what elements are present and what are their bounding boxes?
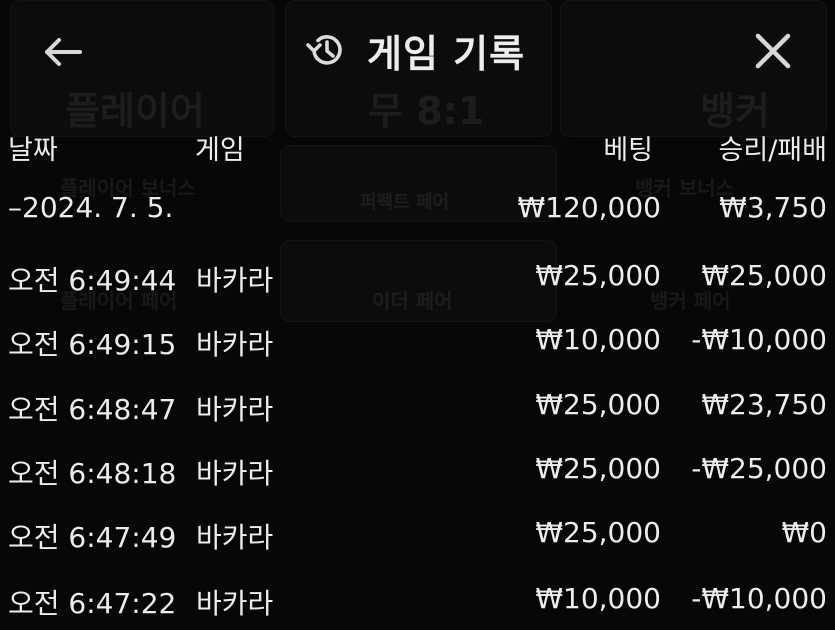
row-time: 오전 6:48:18 bbox=[8, 457, 177, 490]
row-game: 바카라 bbox=[196, 264, 274, 297]
row-result: -₩10,000 bbox=[691, 582, 827, 615]
table-row[interactable]: 오전 6:48:47 바카라 ₩25,000 ₩23,750 bbox=[0, 388, 835, 436]
summary-date: –2024. 7. 5. bbox=[8, 191, 174, 224]
back-button[interactable] bbox=[40, 30, 84, 74]
column-header-game: 게임 bbox=[195, 135, 245, 166]
history-icon bbox=[306, 35, 342, 65]
column-header-date: 날짜 bbox=[8, 135, 58, 166]
row-bet: ₩25,000 bbox=[535, 259, 661, 292]
close-icon bbox=[755, 33, 791, 69]
row-bet: ₩25,000 bbox=[535, 388, 661, 421]
row-result: ₩0 bbox=[781, 516, 828, 549]
column-header-bet: 베팅 bbox=[603, 135, 653, 166]
summary-bet: ₩120,000 bbox=[517, 191, 661, 224]
table-row[interactable]: 오전 6:47:49 바카라 ₩25,000 ₩0 bbox=[0, 516, 835, 564]
row-result: ₩25,000 bbox=[701, 259, 827, 292]
table-row[interactable]: 오전 6:48:18 바카라 ₩25,000 -₩25,000 bbox=[0, 452, 835, 500]
row-time: 오전 6:48:47 bbox=[8, 393, 177, 426]
page-title: 게임 기록 bbox=[367, 31, 526, 76]
row-bet: ₩25,000 bbox=[535, 452, 661, 485]
table-row[interactable]: 오전 6:49:44 바카라 ₩25,000 ₩25,000 bbox=[0, 259, 835, 307]
row-game: 바카라 bbox=[196, 328, 274, 361]
row-game: 바카라 bbox=[196, 521, 274, 554]
row-game: 바카라 bbox=[196, 457, 274, 490]
row-result: -₩10,000 bbox=[691, 323, 827, 356]
row-time: 오전 6:47:49 bbox=[8, 521, 177, 554]
row-time: 오전 6:49:15 bbox=[8, 328, 177, 361]
row-result: ₩23,750 bbox=[701, 388, 827, 421]
summary-row[interactable]: –2024. 7. 5. ₩120,000 ₩3,750 bbox=[0, 191, 835, 239]
table-row[interactable]: 오전 6:49:15 바카라 ₩10,000 -₩10,000 bbox=[0, 323, 835, 371]
row-bet: ₩10,000 bbox=[535, 323, 661, 356]
summary-result: ₩3,750 bbox=[719, 191, 827, 224]
row-game: 바카라 bbox=[196, 587, 274, 620]
table-row[interactable]: 오전 6:47:22 바카라 ₩10,000 -₩10,000 bbox=[0, 582, 835, 630]
row-bet: ₩10,000 bbox=[535, 582, 661, 615]
row-bet: ₩25,000 bbox=[535, 516, 661, 549]
close-button[interactable] bbox=[748, 26, 798, 76]
row-time: 오전 6:49:44 bbox=[8, 264, 177, 297]
row-time: 오전 6:47:22 bbox=[8, 587, 177, 620]
title-group: 게임 기록 bbox=[305, 22, 525, 78]
row-result: -₩25,000 bbox=[691, 452, 827, 485]
arrow-left-icon bbox=[45, 38, 82, 66]
header: 게임 기록 bbox=[0, 0, 835, 100]
row-game: 바카라 bbox=[196, 393, 274, 426]
column-header-result: 승리/패배 bbox=[718, 135, 827, 166]
